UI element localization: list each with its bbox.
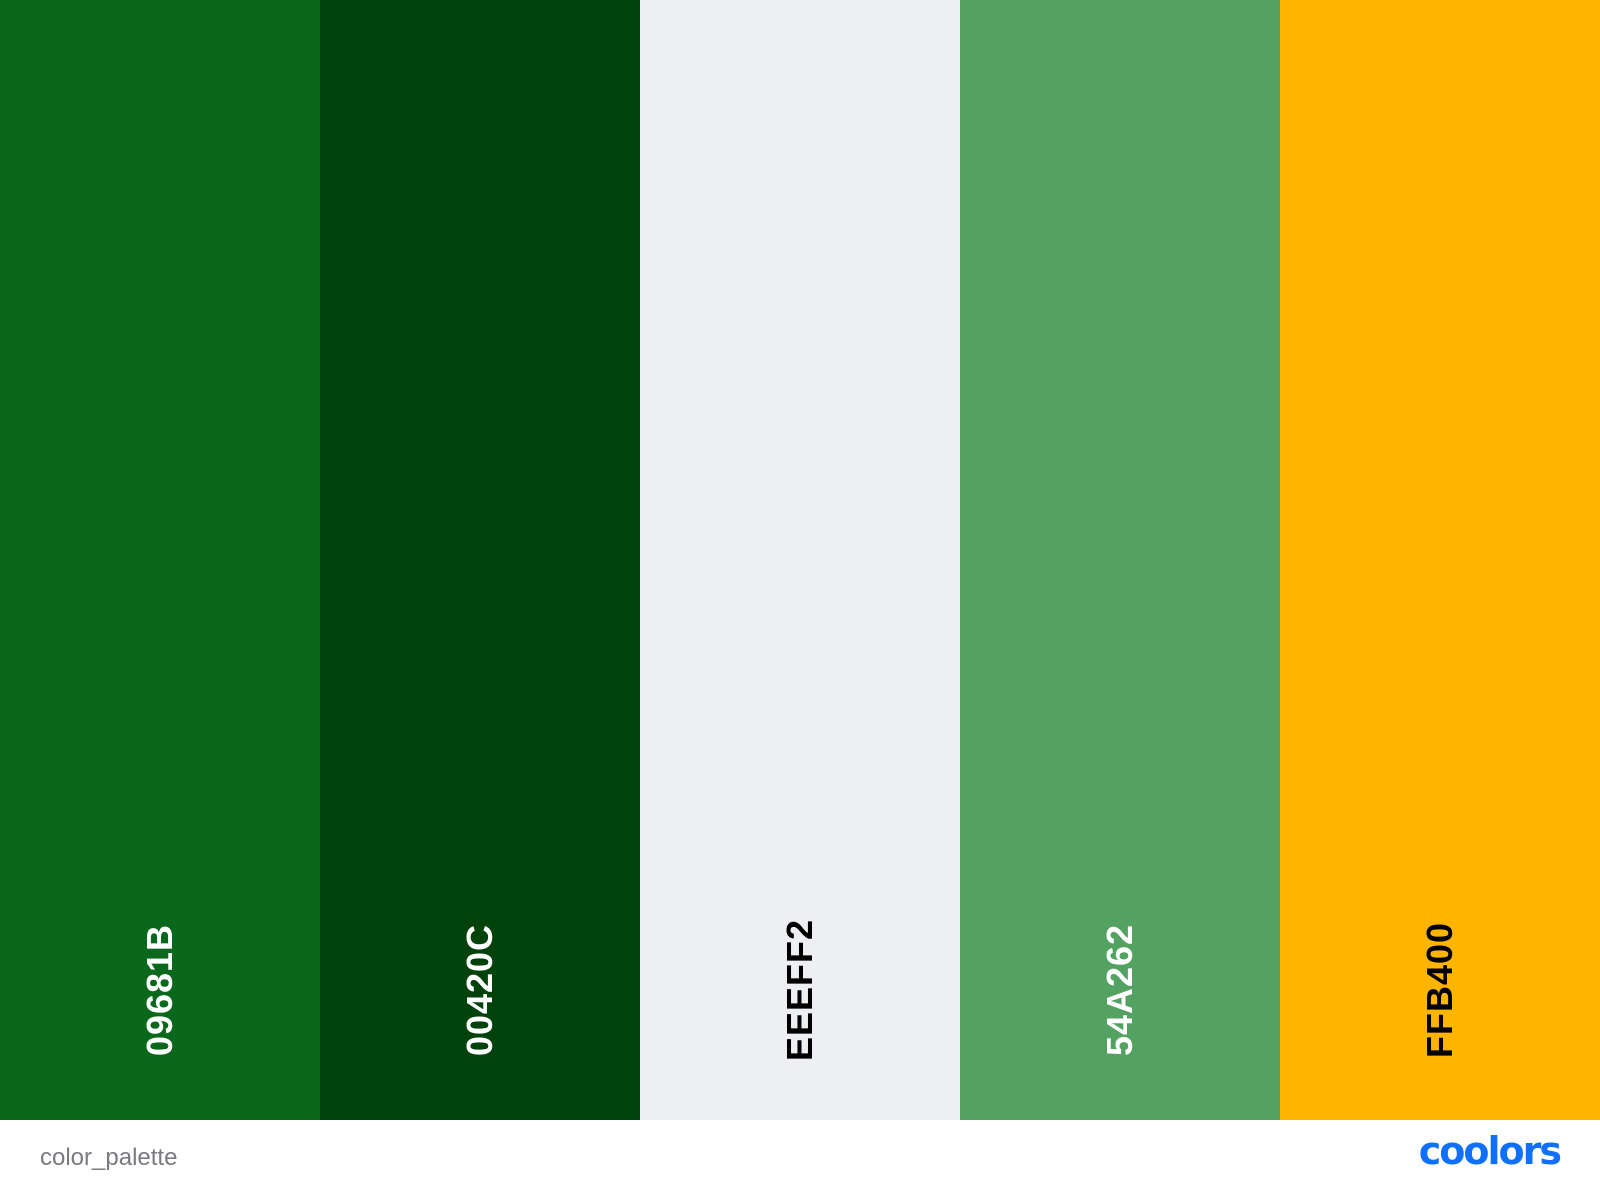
swatch-hex-label: 09681B (139, 923, 180, 1057)
swatch-1[interactable]: 09681B (0, 0, 320, 1120)
swatch-2[interactable]: 00420C (320, 0, 640, 1120)
swatch-hex-label: FFB400 (1419, 921, 1460, 1059)
palette-name: color_palette (40, 1144, 178, 1171)
palette-page: 09681B 00420C EEEFF2 54A262 FFB400 color… (0, 0, 1600, 1200)
swatch-4[interactable]: 54A262 (960, 0, 1280, 1120)
swatch-5[interactable]: FFB400 (1280, 0, 1600, 1120)
swatch-hex-label: EEEFF2 (779, 918, 820, 1062)
swatch-hex-label: 54A262 (1099, 923, 1140, 1057)
swatch-3[interactable]: EEEFF2 (640, 0, 960, 1120)
color-palette: 09681B 00420C EEEFF2 54A262 FFB400 (0, 0, 1600, 1120)
swatch-hex-label: 00420C (459, 923, 500, 1057)
footer: color_palette coolors (0, 1120, 1600, 1200)
coolors-logo[interactable]: coolors (1419, 1132, 1562, 1170)
